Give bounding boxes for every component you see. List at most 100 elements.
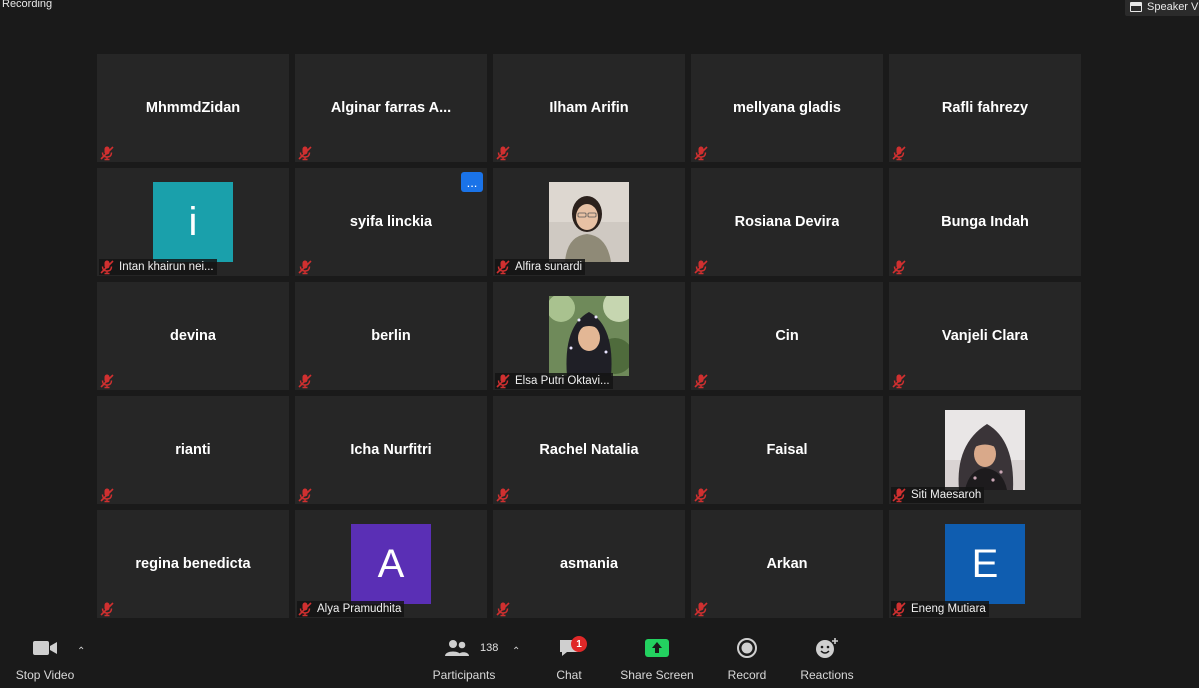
participant-name-tag: Siti Maesaroh — [891, 487, 985, 503]
participant-name: Ilham Arifin — [493, 54, 685, 162]
gallery-grid: MhmmdZidan Alginar farras A... Ilham Arifi… — [97, 54, 1081, 618]
participant-name: Rafli fahrezy — [889, 54, 1081, 162]
participant-tile[interactable]: rianti — [97, 396, 289, 504]
reactions-label: Reactions — [800, 668, 854, 682]
participant-name-text: berlin — [371, 328, 411, 344]
participant-name-text: Faisal — [766, 442, 808, 458]
participant-tile[interactable]: Bunga Indah — [889, 168, 1081, 276]
more-options-button[interactable]: ... — [461, 172, 483, 192]
participant-tile[interactable]: Rafli fahrezy — [889, 54, 1081, 162]
participant-name: Siti Maesaroh — [911, 489, 982, 501]
participant-tile[interactable]: i Intan khairun nei... — [97, 168, 289, 276]
speaker-view-label: Speaker V — [1147, 0, 1199, 13]
participant-tile[interactable]: MhmmdZidan — [97, 54, 289, 162]
mic-muted-icon — [298, 146, 312, 161]
participant-name-text: rianti — [175, 442, 211, 458]
participant-tile[interactable]: Rosiana Devira — [691, 168, 883, 276]
participant-tile[interactable]: Cin — [691, 282, 883, 390]
participant-name: Alya Pramudhita — [317, 603, 402, 615]
participant-name-tag: Alfira sunardi — [495, 259, 586, 275]
participant-tile[interactable]: Alginar farras A... — [295, 54, 487, 162]
participant-tile[interactable]: Vanjeli Clara — [889, 282, 1081, 390]
meeting-toolbar: Stop Video ⌃ 138 Participants ⌃ 1 Chat S… — [0, 632, 1199, 688]
participant-name-tag: Intan khairun nei... — [99, 259, 217, 275]
record-button[interactable]: Record — [724, 632, 770, 688]
participant-tile[interactable]: Siti Maesaroh — [889, 396, 1081, 504]
mic-muted-icon — [100, 146, 114, 161]
participant-name: mellyana gladis — [691, 54, 883, 162]
participant-name-text: mellyana gladis — [733, 100, 841, 116]
participant-name-text: devina — [170, 328, 216, 344]
participant-tile[interactable]: Alfira sunardi — [493, 168, 685, 276]
speaker-view-icon — [1130, 1, 1142, 12]
participants-icon: 138 — [426, 632, 502, 664]
participant-name-text: asmania — [559, 556, 619, 572]
mic-muted-icon — [496, 146, 510, 161]
participant-name-text: Rachel Natalia — [539, 442, 639, 458]
reactions-smiley-icon — [815, 632, 839, 664]
participant-name-text: Alginar farras A... — [330, 100, 452, 116]
participant-tile[interactable]: Icha Nurfitri — [295, 396, 487, 504]
avatar-initial: A — [377, 541, 405, 586]
participant-tile[interactable]: asmania — [493, 510, 685, 618]
participant-name: regina benedicta — [97, 510, 289, 618]
avatar-initial: E — [971, 541, 999, 586]
mic-muted-icon — [298, 488, 312, 503]
mic-muted-icon — [892, 602, 906, 617]
video-options-chevron-up-icon[interactable]: ⌃ — [77, 646, 85, 657]
participant-name: Alfira sunardi — [515, 261, 583, 273]
speaker-view-button[interactable]: Speaker V — [1125, 0, 1199, 16]
participant-tile[interactable]: A Alya Pramudhita — [295, 510, 487, 618]
record-icon — [736, 632, 758, 664]
mic-muted-icon — [298, 260, 312, 275]
share-screen-label: Share Screen — [620, 668, 694, 682]
participant-tile[interactable]: Faisal — [691, 396, 883, 504]
mic-muted-icon — [694, 260, 708, 275]
participant-name-tag: Alya Pramudhita — [297, 601, 405, 617]
participant-name: Intan khairun nei... — [119, 261, 214, 273]
mic-muted-icon — [892, 146, 906, 161]
participant-tile[interactable]: mellyana gladis — [691, 54, 883, 162]
participant-name: MhmmdZidan — [97, 54, 289, 162]
participant-name: syifa linckia — [295, 168, 487, 276]
participant-tile[interactable]: Rachel Natalia — [493, 396, 685, 504]
mic-muted-icon — [100, 488, 114, 503]
chat-unread-badge: 1 — [571, 636, 587, 652]
participant-avatar: i — [153, 182, 233, 262]
participant-tile[interactable]: regina benedicta — [97, 510, 289, 618]
participant-name-text: syifa linckia — [349, 214, 433, 230]
participant-name: devina — [97, 282, 289, 390]
participants-button[interactable]: 138 Participants — [426, 632, 502, 688]
mic-muted-icon — [496, 488, 510, 503]
participant-tile[interactable]: E Eneng Mutiara — [889, 510, 1081, 618]
stop-video-label: Stop Video — [15, 668, 75, 682]
participant-tile[interactable]: Arkan — [691, 510, 883, 618]
participants-options-chevron-up-icon[interactable]: ⌃ — [512, 646, 520, 657]
participant-name-text: regina benedicta — [135, 556, 251, 572]
share-screen-button[interactable]: Share Screen — [620, 632, 694, 688]
stop-video-button[interactable]: Stop Video — [12, 632, 78, 688]
mic-muted-icon — [694, 602, 708, 617]
participant-name: Eneng Mutiara — [911, 603, 986, 615]
participant-tile[interactable]: berlin — [295, 282, 487, 390]
mic-muted-icon — [496, 602, 510, 617]
participant-tile[interactable]: Ilham Arifin — [493, 54, 685, 162]
share-screen-icon — [645, 632, 669, 664]
participant-name-text: Bunga Indah — [941, 214, 1029, 230]
reactions-button[interactable]: Reactions — [798, 632, 856, 688]
participant-name: Alginar farras A... — [295, 54, 487, 162]
mic-muted-icon — [100, 374, 114, 389]
mic-muted-icon — [892, 260, 906, 275]
avatar-initial: i — [188, 199, 198, 244]
participant-tile[interactable]: devina — [97, 282, 289, 390]
participant-tile[interactable]: Elsa Putri Oktavi... — [493, 282, 685, 390]
record-label: Record — [727, 668, 767, 682]
participant-tile[interactable]: syifa linckia... — [295, 168, 487, 276]
mic-muted-icon — [298, 602, 312, 617]
participant-name: Elsa Putri Oktavi... — [515, 375, 610, 387]
mic-muted-icon — [100, 260, 114, 275]
video-camera-icon — [32, 632, 58, 664]
chat-button[interactable]: 1 Chat — [549, 632, 589, 688]
mic-muted-icon — [694, 374, 708, 389]
participant-name-text: MhmmdZidan — [145, 100, 241, 116]
